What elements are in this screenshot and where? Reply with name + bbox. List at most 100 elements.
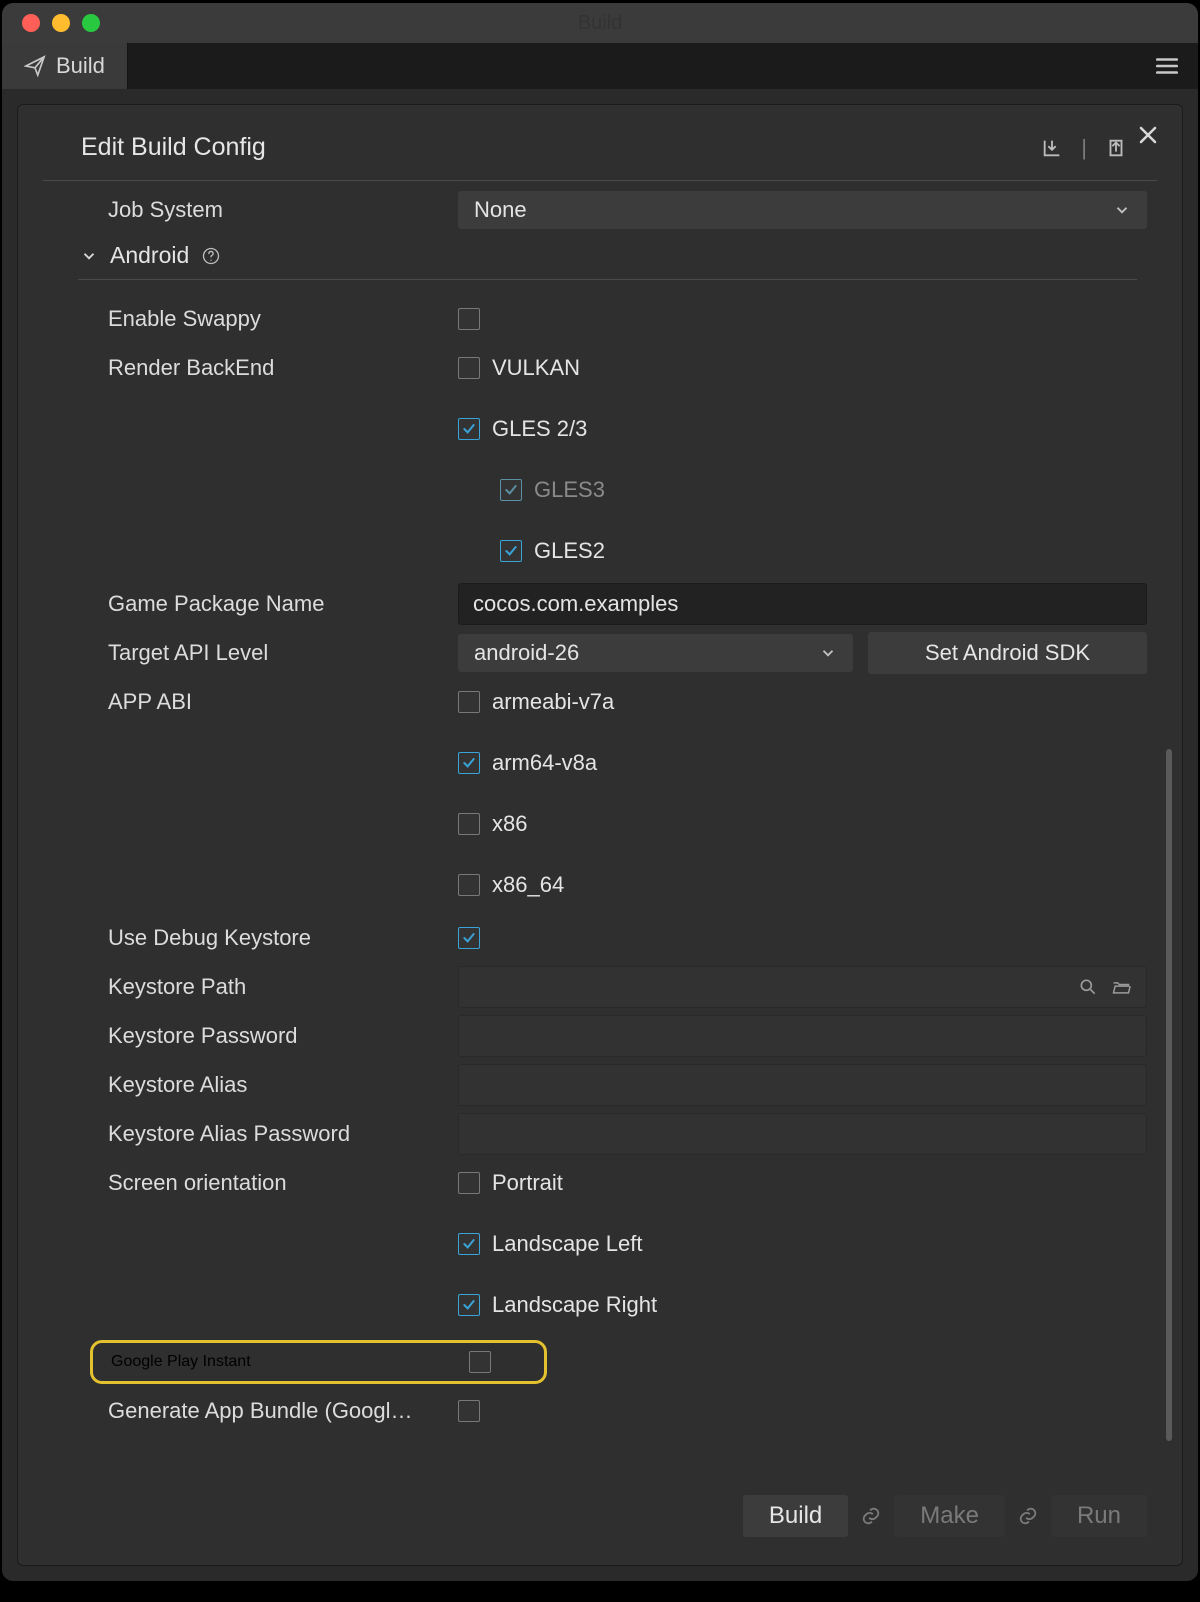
input-keystore-path[interactable] — [458, 966, 1147, 1008]
titlebar: Build — [2, 3, 1198, 43]
checkbox-enable-swappy[interactable] — [458, 308, 480, 330]
checkbox-armeabi[interactable] — [458, 691, 480, 713]
checkbox-x86-64[interactable] — [458, 874, 480, 896]
chevron-down-icon — [1113, 201, 1131, 219]
checkbox-gles23[interactable] — [458, 418, 480, 440]
checkbox-gles2[interactable] — [500, 540, 522, 562]
label-package-name: Game Package Name — [78, 591, 458, 617]
label-target-api: Target API Level — [78, 640, 458, 666]
label-keystore-alias: Keystore Alias — [78, 1072, 458, 1098]
label-x86-64: x86_64 — [492, 872, 564, 898]
checkbox-arm64[interactable] — [458, 752, 480, 774]
checkbox-app-bundle[interactable] — [458, 1400, 480, 1422]
button-label: Run — [1077, 1502, 1121, 1530]
label-gles23: GLES 2/3 — [492, 416, 587, 442]
label-landscape-left: Landscape Left — [492, 1231, 642, 1257]
chevron-down-icon — [80, 247, 98, 265]
folder-open-icon[interactable] — [1110, 977, 1132, 997]
button-run[interactable]: Run — [1051, 1495, 1147, 1537]
label-google-play-instant: Google Play Instant — [107, 1353, 469, 1371]
row-render-backend: Render BackEnd VULKAN GLES 2/3 — [78, 347, 1147, 576]
button-label: Make — [920, 1502, 979, 1530]
label-render-backend: Render BackEnd — [78, 347, 458, 381]
panel-body: Job System None Android — [18, 181, 1182, 1453]
label-keystore-path: Keystore Path — [78, 974, 458, 1000]
hamburger-menu-button[interactable] — [1136, 43, 1198, 89]
row-keystore-alias-password: Keystore Alias Password — [78, 1113, 1147, 1155]
close-panel-button[interactable] — [1136, 123, 1160, 147]
hamburger-icon — [1154, 53, 1180, 79]
window: Build Build Edit Build Config — [1, 2, 1199, 1582]
scrollbar[interactable] — [1166, 749, 1172, 1441]
label-keystore-alias-password: Keystore Alias Password — [78, 1121, 458, 1147]
row-orientation: Screen orientation Portrait Landscape Le… — [78, 1162, 1147, 1330]
row-job-system: Job System None — [78, 189, 1147, 231]
checkbox-x86[interactable] — [458, 813, 480, 835]
section-label: Android — [110, 242, 189, 269]
label-job-system: Job System — [78, 197, 458, 223]
import-icon — [1041, 137, 1063, 159]
panel-title: Edit Build Config — [81, 133, 266, 162]
row-keystore-password: Keystore Password — [78, 1015, 1147, 1057]
search-icon[interactable] — [1078, 977, 1098, 997]
checkbox-debug-keystore[interactable] — [458, 927, 480, 949]
checkbox-gles3[interactable] — [500, 479, 522, 501]
help-icon[interactable] — [201, 246, 221, 266]
label-orientation: Screen orientation — [78, 1162, 458, 1196]
panel-actions: | — [1041, 135, 1127, 161]
build-config-panel: Edit Build Config | Job System — [17, 104, 1183, 1566]
row-app-bundle: Generate App Bundle (Googl… — [78, 1390, 1147, 1432]
input-keystore-alias[interactable] — [458, 1064, 1147, 1106]
tab-build[interactable]: Build — [2, 43, 128, 89]
input-keystore-alias-password[interactable] — [458, 1113, 1147, 1155]
panel-footer: Build Make Run — [18, 1453, 1182, 1565]
select-value: None — [474, 197, 527, 223]
input-package-name[interactable]: cocos.com.examples — [458, 583, 1147, 625]
button-make[interactable]: Make — [894, 1495, 1005, 1537]
row-keystore-alias: Keystore Alias — [78, 1064, 1147, 1106]
button-set-android-sdk[interactable]: Set Android SDK — [868, 632, 1147, 674]
checkbox-portrait[interactable] — [458, 1172, 480, 1194]
button-build[interactable]: Build — [743, 1495, 848, 1537]
row-google-play-instant: Google Play Instant — [90, 1340, 547, 1384]
row-keystore-path: Keystore Path — [78, 966, 1147, 1008]
panel-header: Edit Build Config | — [43, 105, 1157, 181]
checkbox-landscape-left[interactable] — [458, 1233, 480, 1255]
label-arm64: arm64-v8a — [492, 750, 597, 776]
export-icon — [1105, 137, 1127, 159]
label-app-bundle: Generate App Bundle (Googl… — [78, 1398, 458, 1424]
export-config-button[interactable] — [1105, 137, 1127, 159]
label-gles3: GLES3 — [534, 477, 605, 503]
row-app-abi: APP ABI armeabi-v7a arm64-v8a x86 — [78, 681, 1147, 910]
link-icon[interactable] — [860, 1505, 882, 1527]
select-value: android-26 — [474, 640, 579, 666]
import-config-button[interactable] — [1041, 137, 1063, 159]
link-icon[interactable] — [1017, 1505, 1039, 1527]
close-icon — [1136, 123, 1160, 147]
checkbox-vulkan[interactable] — [458, 357, 480, 379]
row-debug-keystore: Use Debug Keystore — [78, 917, 1147, 959]
row-enable-swappy: Enable Swappy — [78, 298, 1147, 340]
label-x86: x86 — [492, 811, 527, 837]
label-enable-swappy: Enable Swappy — [78, 306, 458, 332]
label-portrait: Portrait — [492, 1170, 563, 1196]
select-target-api[interactable]: android-26 — [458, 634, 853, 672]
label-landscape-right: Landscape Right — [492, 1292, 657, 1318]
checkbox-google-play-instant[interactable] — [469, 1351, 491, 1373]
tab-bar: Build — [2, 43, 1198, 89]
tab-label: Build — [56, 53, 105, 79]
chevron-down-icon — [819, 644, 837, 662]
label-debug-keystore: Use Debug Keystore — [78, 925, 458, 951]
paper-plane-icon — [24, 55, 46, 77]
section-android[interactable]: Android — [78, 238, 1137, 280]
checkbox-landscape-right[interactable] — [458, 1294, 480, 1316]
separator: | — [1081, 135, 1087, 161]
select-job-system[interactable]: None — [458, 191, 1147, 229]
window-title: Build — [2, 12, 1198, 35]
input-keystore-password[interactable] — [458, 1015, 1147, 1057]
label-keystore-password: Keystore Password — [78, 1023, 458, 1049]
button-label: Build — [769, 1502, 822, 1530]
label-gles2: GLES2 — [534, 538, 605, 564]
button-label: Set Android SDK — [925, 640, 1090, 666]
label-vulkan: VULKAN — [492, 355, 580, 381]
